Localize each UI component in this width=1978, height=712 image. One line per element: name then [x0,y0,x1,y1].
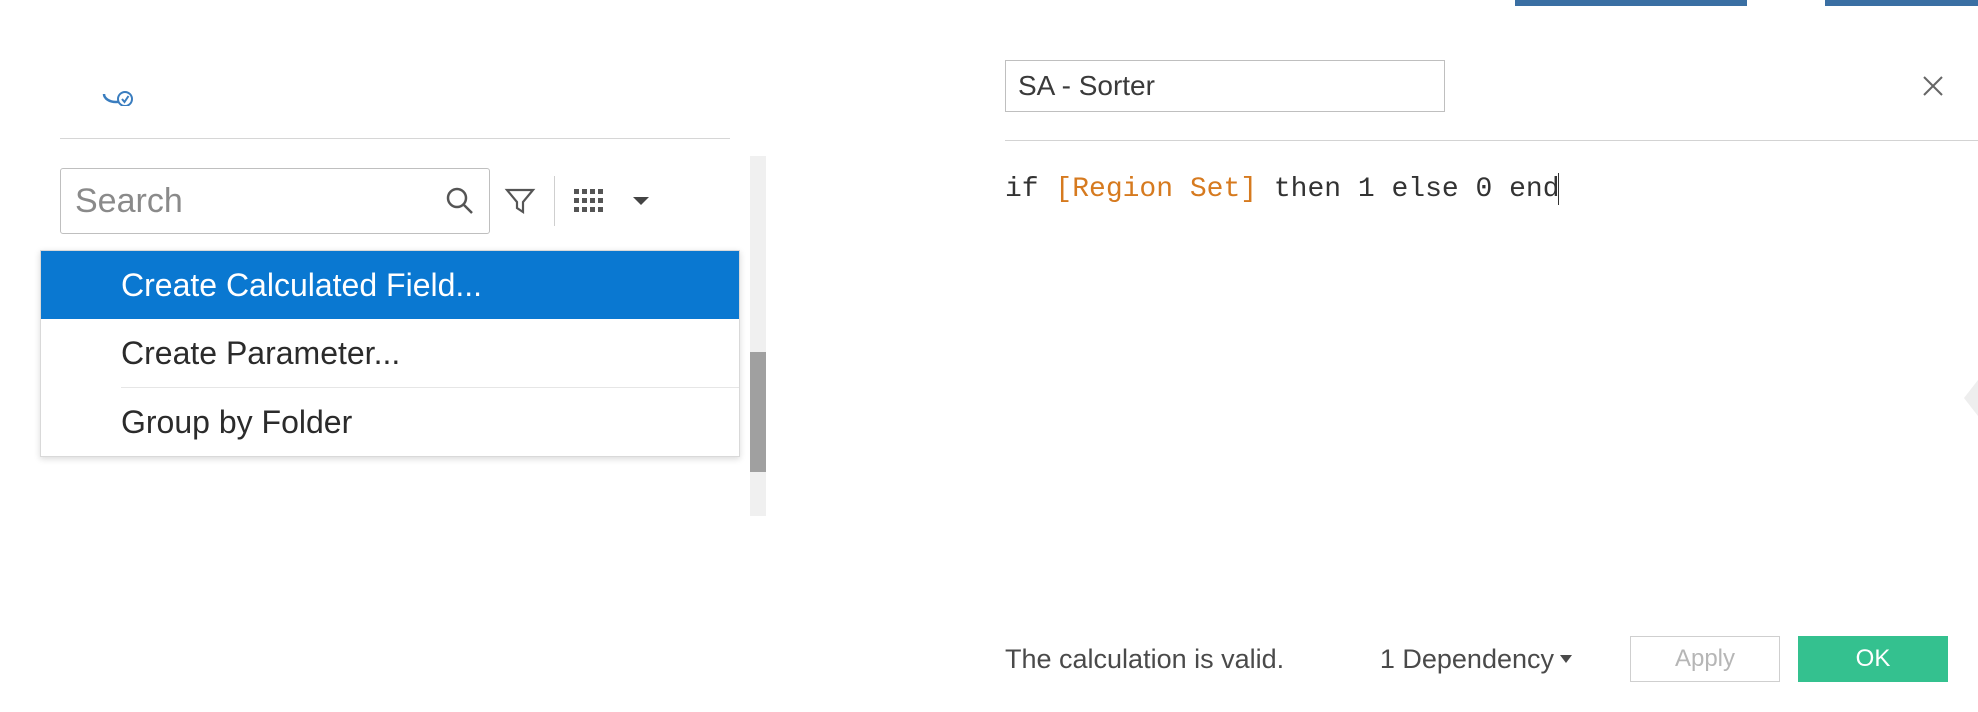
text-cursor [1558,173,1559,205]
dependency-label: 1 Dependency [1380,644,1554,675]
view-grid-icon[interactable] [567,179,611,223]
divider [60,138,730,139]
editor-header [1005,60,1948,112]
menu-item-label: Create Parameter... [121,335,400,372]
search-toolbar: Search [60,168,663,234]
search-input[interactable]: Search [60,168,490,234]
button-label: Apply [1675,645,1735,673]
datasource-indicator [100,82,134,106]
menu-item-label: Create Calculated Field... [121,267,482,304]
menu-dropdown-button[interactable] [619,179,663,223]
calculation-editor: if [Region Set] then 1 else 0 end The ca… [985,0,1978,712]
search-icon [445,186,475,216]
menu-item-create-calculated-field[interactable]: Create Calculated Field... [41,251,739,319]
filter-icon[interactable] [498,179,542,223]
formula-editor[interactable]: if [Region Set] then 1 else 0 end [1005,170,1958,209]
menu-item-create-parameter[interactable]: Create Parameter... [41,319,739,387]
editor-footer: The calculation is valid. 1 Dependency A… [1005,636,1948,682]
formula-token: if [1005,174,1055,205]
formula-token: then 1 else 0 end [1257,174,1559,205]
menu-item-label: Group by Folder [121,404,352,441]
calc-name-input[interactable] [1005,60,1445,112]
close-button[interactable] [1918,71,1948,101]
validation-status: The calculation is valid. [1005,644,1284,675]
expand-handle[interactable] [1964,380,1978,416]
ok-button[interactable]: OK [1798,636,1948,682]
active-tab-indicator [1515,0,1747,6]
search-placeholder: Search [75,182,183,221]
menu-item-group-by-folder[interactable]: Group by Folder [41,388,739,456]
context-menu: Create Calculated Field... Create Parame… [40,250,740,457]
divider [1005,140,1978,141]
active-tab-indicator [1825,0,1978,6]
separator [554,176,555,226]
dependency-dropdown[interactable]: 1 Dependency [1380,644,1572,675]
chevron-down-icon [1560,655,1572,663]
formula-field-token: [Region Set] [1055,174,1257,205]
apply-button[interactable]: Apply [1630,636,1780,682]
scrollbar-thumb[interactable] [750,352,766,472]
scrollbar-track[interactable] [750,156,766,516]
button-label: OK [1856,645,1891,673]
